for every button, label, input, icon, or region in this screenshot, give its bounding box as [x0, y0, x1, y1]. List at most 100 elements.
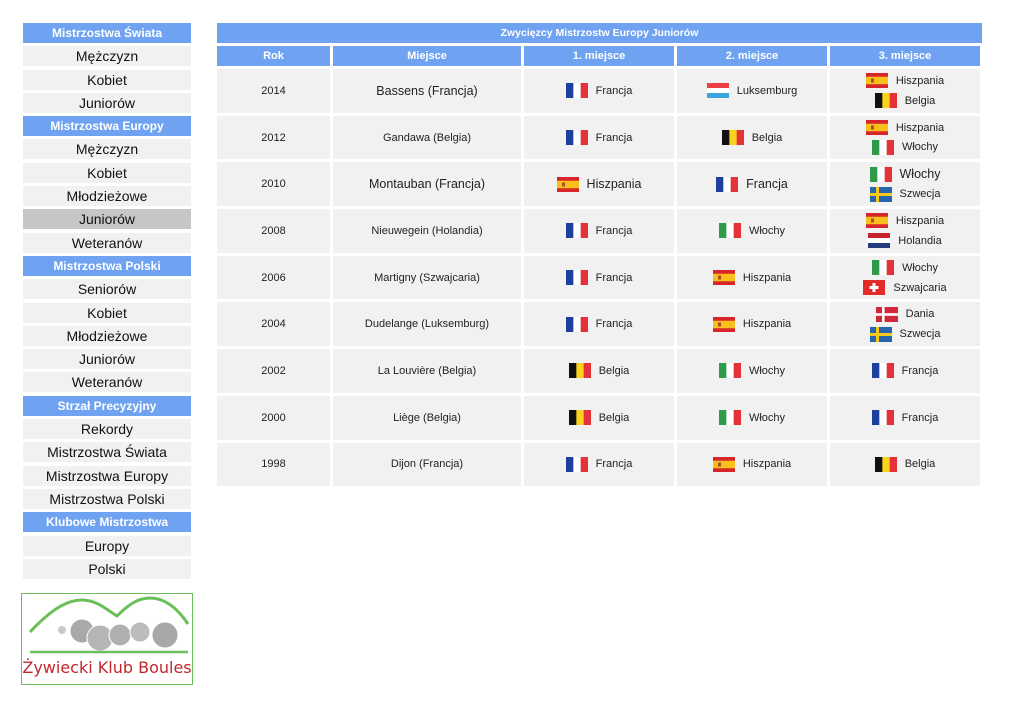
- flag-belgium-icon: [568, 410, 591, 426]
- year-cell: 2010: [217, 162, 330, 207]
- sidebar-item[interactable]: Kobiet: [23, 302, 191, 323]
- country-name: Francja: [901, 411, 939, 424]
- country: Hiszpania: [865, 213, 944, 229]
- sidebar-item[interactable]: Mężczyzn: [23, 139, 191, 160]
- table-row: 2006 Martigny (Szwajcaria) Francja Hiszpani…: [217, 255, 982, 300]
- second-place-cell: Włochy: [677, 209, 827, 253]
- third-place-cell: Dania Szwecja: [830, 302, 980, 347]
- flag-sweden-icon: [869, 186, 892, 202]
- country-name: Francja: [595, 458, 633, 471]
- sidebar-section-title[interactable]: Strzał Precyzyjny: [23, 395, 191, 416]
- column-header: Miejsce: [333, 46, 521, 66]
- sidebar-section-title[interactable]: Mistrzostwa Polski: [23, 255, 191, 276]
- sidebar-item[interactable]: Weteranów: [23, 372, 191, 393]
- venue-cell: Montauban (Francja): [333, 162, 521, 207]
- column-header: Rok: [217, 46, 330, 66]
- flag-belgium-icon: [568, 363, 591, 379]
- year-cell: 2014: [217, 69, 330, 113]
- sidebar-section-title[interactable]: Mistrzostwa Świata: [23, 23, 191, 43]
- sidebar-item[interactable]: Mistrzostwa Europy: [23, 465, 191, 486]
- flag-italy-icon: [871, 260, 895, 276]
- first-place-cell: Francja: [524, 302, 674, 347]
- sidebar-item[interactable]: Kobiet: [23, 162, 191, 183]
- country-name: Hiszpania: [742, 271, 792, 284]
- country-name: Dania: [905, 308, 935, 321]
- results-table: Zwycięzcy Mistrzostw Europy Juniorów Rok…: [217, 23, 982, 489]
- country-name: Francja: [595, 224, 633, 237]
- third-place-cell: Hiszpania Holandia: [830, 209, 980, 253]
- country: Włochy: [718, 223, 785, 239]
- country-name: Hiszpania: [742, 318, 792, 331]
- country-name: Szwecja: [899, 188, 941, 201]
- first-place-cell: Francja: [524, 209, 674, 253]
- venue-cell: La Louvière (Belgia): [333, 349, 521, 393]
- country-name: Belgia: [904, 94, 936, 107]
- sidebar-item[interactable]: Seniorów: [23, 279, 191, 300]
- flag-spain-icon: [865, 213, 888, 229]
- country: Belgia: [568, 410, 630, 426]
- flag-france-icon: [871, 363, 894, 379]
- venue-cell: Liège (Belgia): [333, 395, 521, 440]
- flag-france-icon: [565, 223, 588, 239]
- venue-cell: Gandawa (Belgia): [333, 115, 521, 160]
- sidebar-item[interactable]: Mężczyzn: [23, 46, 191, 67]
- country-name: Francja: [595, 84, 633, 97]
- sidebar-item[interactable]: Rekordy: [23, 419, 191, 440]
- flag-spain-icon: [712, 270, 735, 286]
- country-name: Włochy: [748, 411, 786, 424]
- country-name: Belgia: [598, 411, 630, 424]
- country: Francja: [565, 456, 633, 472]
- third-place-cell: Francja: [830, 349, 980, 393]
- country: Francja: [565, 130, 632, 146]
- second-place-cell: Belgia: [677, 115, 827, 160]
- country-name: Belgia: [751, 131, 783, 144]
- country: Luksemburg: [706, 83, 798, 99]
- flag-belgium-icon: [721, 130, 744, 146]
- country: Hiszpania: [712, 456, 792, 472]
- column-header: 3. miejsce: [830, 46, 980, 66]
- country: Francja: [565, 83, 633, 99]
- sidebar-item[interactable]: Weteranów: [23, 232, 191, 253]
- country: Szwajcaria: [863, 280, 947, 296]
- country-name: Szwecja: [899, 328, 941, 341]
- club-logo[interactable]: Żywiecki Klub Boules: [21, 593, 193, 685]
- country-name: Hiszpania: [742, 458, 792, 471]
- flag-spain-icon: [865, 120, 888, 136]
- sidebar-item[interactable]: Kobiet: [23, 69, 191, 90]
- flag-france-icon: [565, 270, 588, 286]
- first-place-cell: Belgia: [524, 395, 674, 440]
- sidebar-item[interactable]: Młodzieżowe: [23, 186, 191, 207]
- flag-france-icon: [565, 83, 588, 99]
- country: Włochy: [871, 260, 938, 276]
- table-title: Zwycięzcy Mistrzostw Europy Juniorów: [217, 23, 982, 43]
- country-name: Luksemburg: [736, 84, 798, 97]
- third-place-cell: Hiszpania Belgia: [830, 69, 980, 113]
- table-row: 2000 Liège (Belgia) Belgia Włochy Francja: [217, 395, 982, 440]
- flag-luxembourg-icon: [706, 83, 729, 99]
- sidebar-section-title[interactable]: Mistrzostwa Europy: [23, 116, 191, 137]
- sidebar-item[interactable]: Polski: [23, 558, 191, 579]
- country-name: Francja: [901, 364, 939, 377]
- sidebar-item[interactable]: Młodzieżowe: [23, 325, 191, 346]
- sidebar-item[interactable]: Juniorów: [23, 209, 191, 230]
- country: Hiszpania: [712, 316, 792, 332]
- country: Włochy: [871, 139, 938, 155]
- sidebar-item[interactable]: Europy: [23, 535, 191, 556]
- sidebar-item[interactable]: Mistrzostwa Polski: [23, 488, 191, 509]
- sidebar-item[interactable]: Mistrzostwa Świata: [23, 442, 191, 463]
- country: Hiszpania: [556, 176, 641, 192]
- flag-spain-icon: [712, 456, 735, 472]
- country: Holandia: [868, 233, 942, 249]
- sidebar-item[interactable]: Juniorów: [23, 92, 191, 113]
- flag-france-icon: [716, 176, 739, 192]
- third-place-cell: Belgia: [830, 442, 980, 487]
- country-name: Francja: [595, 271, 633, 284]
- sidebar-item[interactable]: Juniorów: [23, 349, 191, 370]
- sidebar-section-title[interactable]: Klubowe Mistrzostwa: [23, 512, 191, 533]
- table-row: 2010 Montauban (Francja) Hiszpania Francja W…: [217, 162, 982, 207]
- country-name: Belgia: [904, 458, 936, 471]
- first-place-cell: Francja: [524, 255, 674, 300]
- flag-france-icon: [565, 316, 588, 332]
- first-place-cell: Belgia: [524, 349, 674, 393]
- flag-italy-icon: [718, 363, 742, 379]
